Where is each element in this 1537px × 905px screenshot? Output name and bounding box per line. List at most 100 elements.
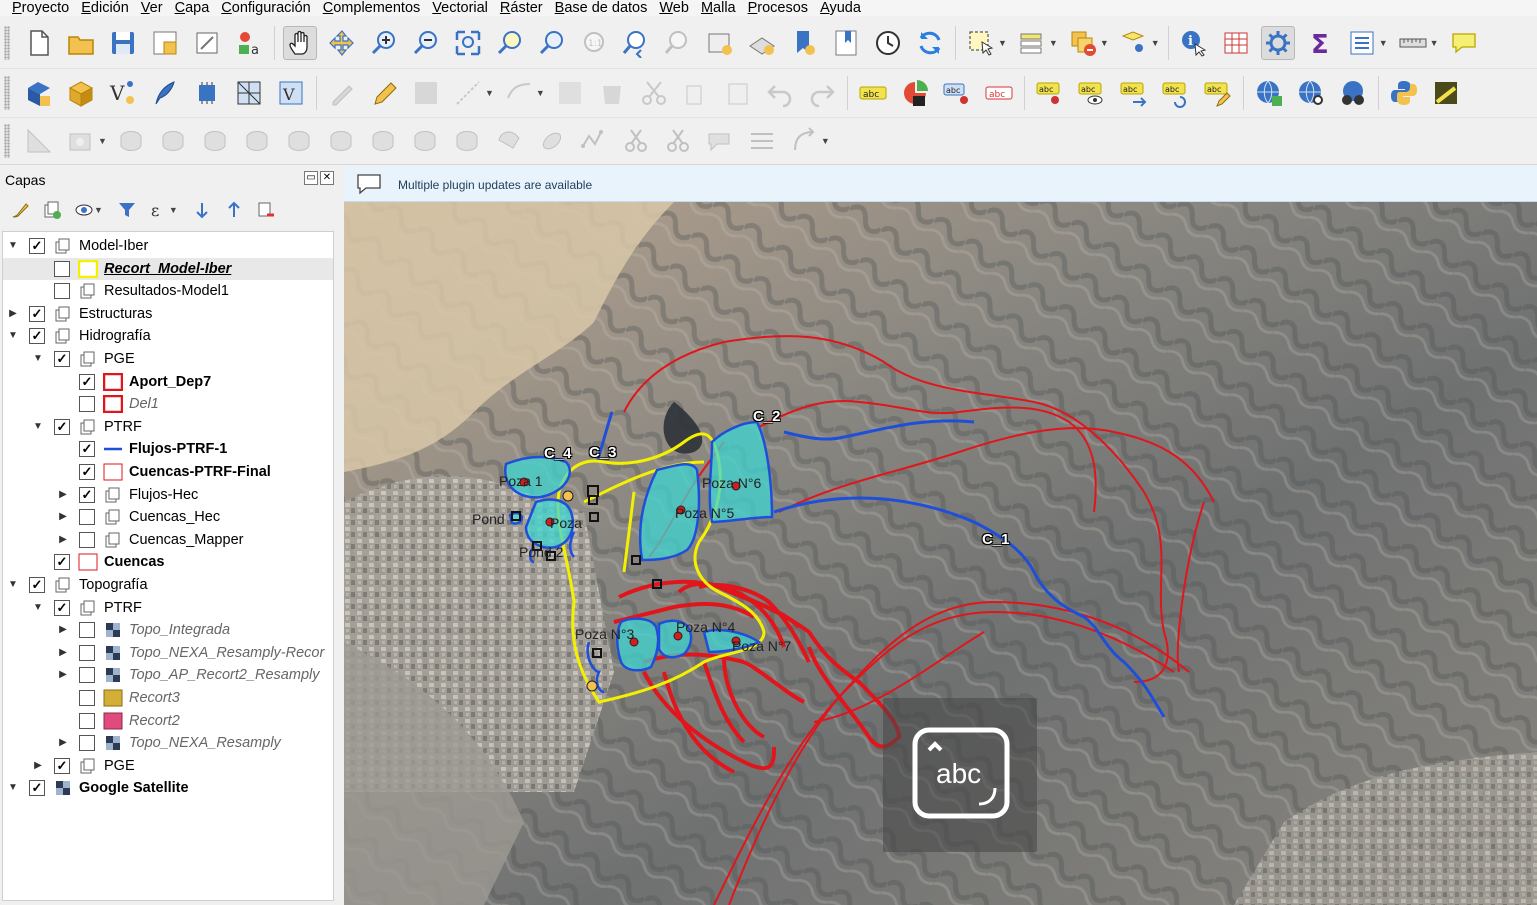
pin-labels-button[interactable]: abc	[940, 76, 974, 110]
layer-visibility-checkbox[interactable]: ✓	[79, 374, 95, 390]
plugin-globe-button[interactable]	[1336, 76, 1370, 110]
layer-row[interactable]: ▶ Cuencas_Hec	[3, 506, 333, 528]
chevron-down-icon[interactable]: ▼	[169, 205, 178, 215]
python-console-button[interactable]	[1387, 76, 1421, 110]
collapse-arrow-icon[interactable]: ▼	[7, 579, 19, 591]
collapse-arrow-icon[interactable]: ▼	[7, 240, 19, 252]
layer-row[interactable]: ▼ ✓ Topografía	[3, 574, 333, 596]
layer-row[interactable]: ▼ ✓ Google Satellite	[3, 777, 333, 799]
filter-legend-button[interactable]	[115, 198, 139, 222]
menu-proyecto[interactable]: Proyecto	[0, 0, 75, 16]
reverse-line-button[interactable]	[367, 124, 401, 158]
add-wms-layer-button[interactable]	[1252, 76, 1286, 110]
layer-visibility-checkbox[interactable]: ✓	[29, 577, 45, 593]
layer-row[interactable]: ▼ ✓ PGE	[3, 348, 333, 370]
chevron-down-icon[interactable]: ▼	[1430, 38, 1439, 48]
layer-row[interactable]: ▶ Topo_AP_Recort2_Resamply	[3, 664, 333, 686]
toolbox-button[interactable]	[1260, 26, 1295, 60]
layer-visibility-checkbox[interactable]	[79, 713, 95, 729]
layer-row[interactable]: ✓ Cuencas	[3, 551, 333, 573]
delete-selected-button[interactable]	[595, 76, 629, 110]
layer-visibility-checkbox[interactable]: ✓	[29, 780, 45, 796]
show-hide-labels-button[interactable]: abc	[1075, 76, 1109, 110]
save-edits-button[interactable]	[409, 76, 443, 110]
new-shapefile-button[interactable]: V	[106, 76, 140, 110]
reshape-button[interactable]	[283, 124, 317, 158]
layer-visibility-checkbox[interactable]: ✓	[79, 487, 95, 503]
temporal-controller-button[interactable]	[871, 26, 905, 60]
layer-row[interactable]: ✓ Aport_Dep7	[3, 371, 333, 393]
toolbar-grip[interactable]	[4, 124, 10, 158]
paste-features-button[interactable]	[721, 76, 755, 110]
undo-button[interactable]	[763, 76, 797, 110]
fill-ring-button[interactable]	[157, 124, 191, 158]
layer-visibility-checkbox[interactable]: ✓	[29, 238, 45, 254]
menu-procesos[interactable]: Procesos	[742, 0, 814, 16]
collapse-all-button[interactable]	[222, 198, 246, 222]
menu-ayuda[interactable]: Ayuda	[814, 0, 867, 16]
pan-map-button[interactable]	[283, 26, 317, 60]
chevron-down-icon[interactable]: ▼	[1379, 38, 1388, 48]
manage-visibility-button[interactable]	[72, 198, 96, 222]
menu-base-de-datos[interactable]: Base de datos	[549, 0, 654, 16]
layer-row[interactable]: ▼ ✓ PTRF	[3, 597, 333, 619]
expand-arrow-icon[interactable]: ▶	[57, 489, 69, 501]
show-unplaced-labels-button[interactable]: abc	[982, 76, 1016, 110]
rotate-feature-button[interactable]	[535, 124, 569, 158]
layer-row[interactable]: ▶ Topo_Integrada	[3, 619, 333, 641]
simplify-button[interactable]	[577, 124, 611, 158]
layer-row[interactable]: Del1	[3, 393, 333, 415]
layer-visibility-checkbox[interactable]: ✓	[29, 306, 45, 322]
layer-visibility-checkbox[interactable]: ✓	[54, 600, 70, 616]
zoom-last-button[interactable]	[619, 26, 653, 60]
style-manager-button[interactable]: a	[232, 26, 266, 60]
new-temporary-layer-button[interactable]: V	[274, 76, 308, 110]
layer-row[interactable]: ▶ ✓ PGE	[3, 755, 333, 777]
change-label-button[interactable]: abc	[1201, 76, 1235, 110]
pan-to-selection-button[interactable]	[325, 26, 359, 60]
layer-row[interactable]: ▼ ✓ Hidrografía	[3, 325, 333, 347]
layer-row[interactable]: Recort_Model-Iber	[3, 258, 333, 280]
modify-attributes-button[interactable]	[553, 76, 587, 110]
toggle-editing-button[interactable]	[367, 76, 401, 110]
identify-features-button[interactable]: i	[1177, 26, 1211, 60]
zoom-next-button[interactable]	[661, 26, 695, 60]
collapse-arrow-icon[interactable]: ▼	[7, 330, 19, 342]
move-label-button[interactable]: abc	[1117, 76, 1151, 110]
new-spatialite-button[interactable]	[148, 76, 182, 110]
toolbar-grip[interactable]	[4, 26, 10, 60]
print-layout-button[interactable]	[190, 26, 224, 60]
expand-arrow-icon[interactable]: ▶	[57, 534, 69, 546]
menu-edicion[interactable]: Edición	[75, 0, 135, 16]
layer-row[interactable]: Recort3	[3, 687, 333, 709]
style-panel-button[interactable]	[8, 198, 32, 222]
layer-row[interactable]: Resultados-Model1	[3, 280, 333, 302]
layer-row[interactable]: ▶ ✓ Estructuras	[3, 303, 333, 325]
offset-curve-button[interactable]	[325, 124, 359, 158]
collapse-arrow-icon[interactable]: ▼	[32, 421, 44, 433]
layer-row[interactable]: ✓ Flujos-PTRF-1	[3, 438, 333, 460]
statistics-button[interactable]: Σ	[1303, 26, 1337, 60]
attribute-table-button[interactable]	[1219, 26, 1253, 60]
collapse-arrow-icon[interactable]: ▼	[32, 353, 44, 365]
digitize-line-button[interactable]	[451, 76, 485, 110]
layer-row[interactable]: ▼ ✓ Model-Iber	[3, 235, 333, 257]
float-panel-button[interactable]: ▭	[304, 171, 318, 185]
layer-row[interactable]: Recort2	[3, 710, 333, 732]
chevron-down-icon[interactable]: ▼	[94, 205, 103, 215]
delete-ring-button[interactable]	[199, 124, 233, 158]
collapse-arrow-icon[interactable]: ▼	[32, 602, 44, 614]
cut-features-button[interactable]	[637, 76, 671, 110]
vertex-tool-button[interactable]	[502, 76, 536, 110]
zoom-native-button[interactable]: 1:1	[577, 26, 611, 60]
layer-visibility-checkbox[interactable]	[79, 645, 95, 661]
split-parts-button[interactable]	[451, 124, 485, 158]
delete-part-button[interactable]	[241, 124, 275, 158]
layer-visibility-checkbox[interactable]: ✓	[79, 441, 95, 457]
layer-labeling-button[interactable]: abc	[856, 76, 890, 110]
layer-row[interactable]: ▶ Topo_NEXA_Resamply-Recor	[3, 642, 333, 664]
expand-arrow-icon[interactable]: ▶	[57, 669, 69, 681]
show-bookmarks-button[interactable]	[829, 26, 863, 60]
chevron-down-icon[interactable]: ▼	[485, 88, 494, 98]
message-text[interactable]: Multiple plugin updates are available	[398, 178, 592, 192]
